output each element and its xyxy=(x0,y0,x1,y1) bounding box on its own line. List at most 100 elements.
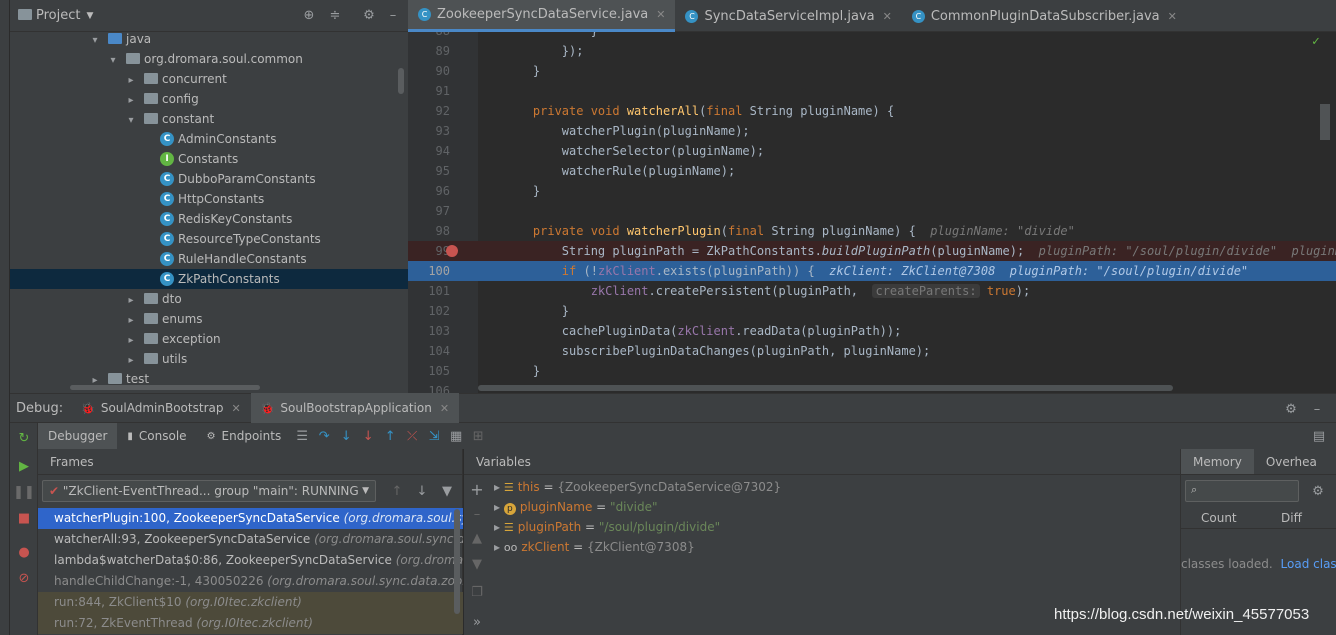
thread-selector[interactable]: ✔ "ZkClient-EventThread... group "main":… xyxy=(42,480,376,502)
close-icon[interactable]: ✕ xyxy=(231,402,240,415)
chevron-right-icon[interactable]: ▸ xyxy=(124,291,138,311)
gear-icon[interactable]: ⚙ xyxy=(1307,480,1329,502)
chevron-right-icon[interactable]: ▸ xyxy=(494,520,504,534)
minimize-icon[interactable]: – xyxy=(382,5,404,27)
step-out-icon[interactable]: ↑ xyxy=(379,425,401,447)
force-step-into-icon[interactable]: ↓ xyxy=(357,425,379,447)
target-icon[interactable]: ⊕ xyxy=(298,5,320,27)
resume-icon[interactable]: ▶ xyxy=(13,455,35,477)
chevron-right-icon[interactable]: ▸ xyxy=(494,480,504,494)
tree-item[interactable]: C AdminConstants xyxy=(10,129,408,149)
chevron-down-icon[interactable]: ▾ xyxy=(106,51,120,71)
code-line[interactable]: 106 xyxy=(408,381,1336,393)
tab-console[interactable]: ▮ Console xyxy=(117,423,196,449)
load-classes-link[interactable]: Load clas xyxy=(1281,557,1336,571)
code-line[interactable]: 92 private void watcherAll(final String … xyxy=(408,101,1336,121)
tree-item[interactable]: C RedisKeyConstants xyxy=(10,209,408,229)
code-line[interactable]: 102 } xyxy=(408,301,1336,321)
tree-item[interactable]: ▸ exception xyxy=(10,329,408,349)
chevron-right-icon[interactable]: ▸ xyxy=(124,311,138,331)
variable-row[interactable]: ▸ ☰ pluginPath = "/soul/plugin/divide" xyxy=(494,517,720,537)
stop-icon[interactable]: ■ xyxy=(13,507,35,529)
run-tab[interactable]: 🐞 SoulAdminBootstrap ✕ xyxy=(71,393,251,423)
tab-debugger[interactable]: Debugger xyxy=(38,423,118,449)
step-over-icon[interactable]: ↷ xyxy=(313,425,335,447)
tree-item[interactable]: C ZkPathConstants xyxy=(10,269,408,289)
chevron-right-icon[interactable]: ▸ xyxy=(494,500,504,514)
layout-icon[interactable]: ▤ xyxy=(1308,425,1330,447)
project-view-selector[interactable]: Project xyxy=(36,8,80,23)
code-line[interactable]: 94 watcherSelector(pluginName); xyxy=(408,141,1336,161)
add-watch-icon[interactable]: + xyxy=(466,478,488,500)
chevron-right-icon[interactable]: ▸ xyxy=(124,71,138,91)
drop-frame-icon[interactable]: ⤫ xyxy=(401,425,423,447)
breakpoint-icon[interactable] xyxy=(446,245,458,257)
run-to-cursor-icon[interactable]: ⇲ xyxy=(423,425,445,447)
more-icon[interactable]: » xyxy=(466,611,488,633)
arrow-down-icon[interactable]: ↓ xyxy=(411,480,433,502)
frame-row[interactable]: watcherAll:93, ZookeeperSyncDataService … xyxy=(38,529,463,550)
table-icon[interactable]: ⊞ xyxy=(467,425,489,447)
code-line[interactable]: 103 cachePluginData(zkClient.readData(pl… xyxy=(408,321,1336,341)
tree-item[interactable]: ▸ utils xyxy=(10,349,408,369)
arrow-up-icon[interactable]: ↑ xyxy=(386,480,408,502)
tree-item[interactable]: ▸ dto xyxy=(10,289,408,309)
code-line[interactable]: 88 } xyxy=(408,32,1336,41)
chevron-down-icon[interactable]: ▾ xyxy=(124,111,138,131)
tree-item[interactable]: C RuleHandleConstants xyxy=(10,249,408,269)
code-line[interactable]: 97 xyxy=(408,201,1336,221)
code-line[interactable]: 89 }); xyxy=(408,41,1336,61)
pause-icon[interactable]: ❚❚ xyxy=(13,481,35,503)
code-line[interactable]: 90 } xyxy=(408,61,1336,81)
variable-row[interactable]: ▸ oo zkClient = {ZkClient@7308} xyxy=(494,537,695,557)
variable-row[interactable]: ▸ p pluginName = "divide" xyxy=(494,497,657,517)
editor-tab[interactable]: C CommonPluginDataSubscriber.java ✕ xyxy=(902,0,1187,32)
frame-row[interactable]: run:844, ZkClient$10 (org.I0Itec.zkclien… xyxy=(38,592,463,613)
tree-item[interactable]: C ResourceTypeConstants xyxy=(10,229,408,249)
close-icon[interactable]: ✕ xyxy=(440,402,449,415)
threads-menu-icon[interactable]: ☰ xyxy=(291,425,313,447)
frame-row[interactable]: run:72, ZkEventThread (org.I0Itec.zkclie… xyxy=(38,613,463,634)
tree-item[interactable]: ▸ enums xyxy=(10,309,408,329)
tree-item[interactable]: ▸ concurrent xyxy=(10,69,408,89)
memory-search-input[interactable]: ⌕ xyxy=(1185,480,1299,502)
close-icon[interactable]: ✕ xyxy=(656,8,665,21)
tree-item[interactable]: ▾ constant xyxy=(10,109,408,129)
frame-row[interactable]: lambda$watcherData$0:86, ZookeeperSyncDa… xyxy=(38,550,463,571)
tab-memory[interactable]: Memory xyxy=(1181,449,1254,474)
close-icon[interactable]: ✕ xyxy=(1168,10,1177,23)
filter-icon[interactable]: ▼ xyxy=(436,480,458,502)
tree-item[interactable]: ▾ org.dromara.soul.common xyxy=(10,49,408,69)
chevron-down-icon[interactable]: ▾ xyxy=(88,31,102,51)
mute-breakpoints-icon[interactable]: ⊘ xyxy=(13,567,35,589)
frame-row[interactable]: watcherPlugin:100, ZookeeperSyncDataServ… xyxy=(38,508,463,529)
code-line[interactable]: 99 String pluginPath = ZkPathConstants.b… xyxy=(408,241,1336,261)
variable-row[interactable]: ▸ ☰ this = {ZookeeperSyncDataService@7302… xyxy=(494,477,781,497)
close-icon[interactable]: ✕ xyxy=(883,10,892,23)
chevron-right-icon[interactable]: ▸ xyxy=(494,540,504,554)
tree-item[interactable]: C HttpConstants xyxy=(10,189,408,209)
chevron-down-icon[interactable]: ▼ xyxy=(86,11,93,21)
code-line[interactable]: 95 watcherRule(pluginName); xyxy=(408,161,1336,181)
gear-icon[interactable]: ⚙ xyxy=(358,5,380,27)
collapse-icon[interactable]: ≑ xyxy=(324,5,346,27)
minimize-icon[interactable]: – xyxy=(1306,398,1328,420)
column-diff[interactable]: Diff xyxy=(1281,507,1302,529)
step-into-icon[interactable]: ↓ xyxy=(335,425,357,447)
down-icon[interactable]: ▼ xyxy=(466,553,488,575)
tree-item[interactable]: C DubboParamConstants xyxy=(10,169,408,189)
code-line[interactable]: 101 zkClient.createPersistent(pluginPath… xyxy=(408,281,1336,301)
chevron-right-icon[interactable]: ▸ xyxy=(124,351,138,371)
gear-icon[interactable]: ⚙ xyxy=(1280,398,1302,420)
editor-tab[interactable]: C ZookeeperSyncDataService.java ✕ xyxy=(408,0,676,32)
remove-icon[interactable]: – xyxy=(466,503,488,525)
code-line[interactable]: 105 } xyxy=(408,361,1336,381)
chevron-right-icon[interactable]: ▸ xyxy=(124,91,138,111)
view-breakpoints-icon[interactable]: ● xyxy=(13,541,35,563)
copy-icon[interactable]: ❐ xyxy=(466,581,488,603)
tree-item[interactable]: ▸ config xyxy=(10,89,408,109)
code-line[interactable]: 104 subscribePluginDataChanges(pluginPat… xyxy=(408,341,1336,361)
code-line[interactable]: 91 xyxy=(408,81,1336,101)
run-tab[interactable]: 🐞 SoulBootstrapApplication ✕ xyxy=(250,393,460,423)
code-editor[interactable]: ✓ 88 }89 });90 }9192 private void watche… xyxy=(408,32,1336,393)
